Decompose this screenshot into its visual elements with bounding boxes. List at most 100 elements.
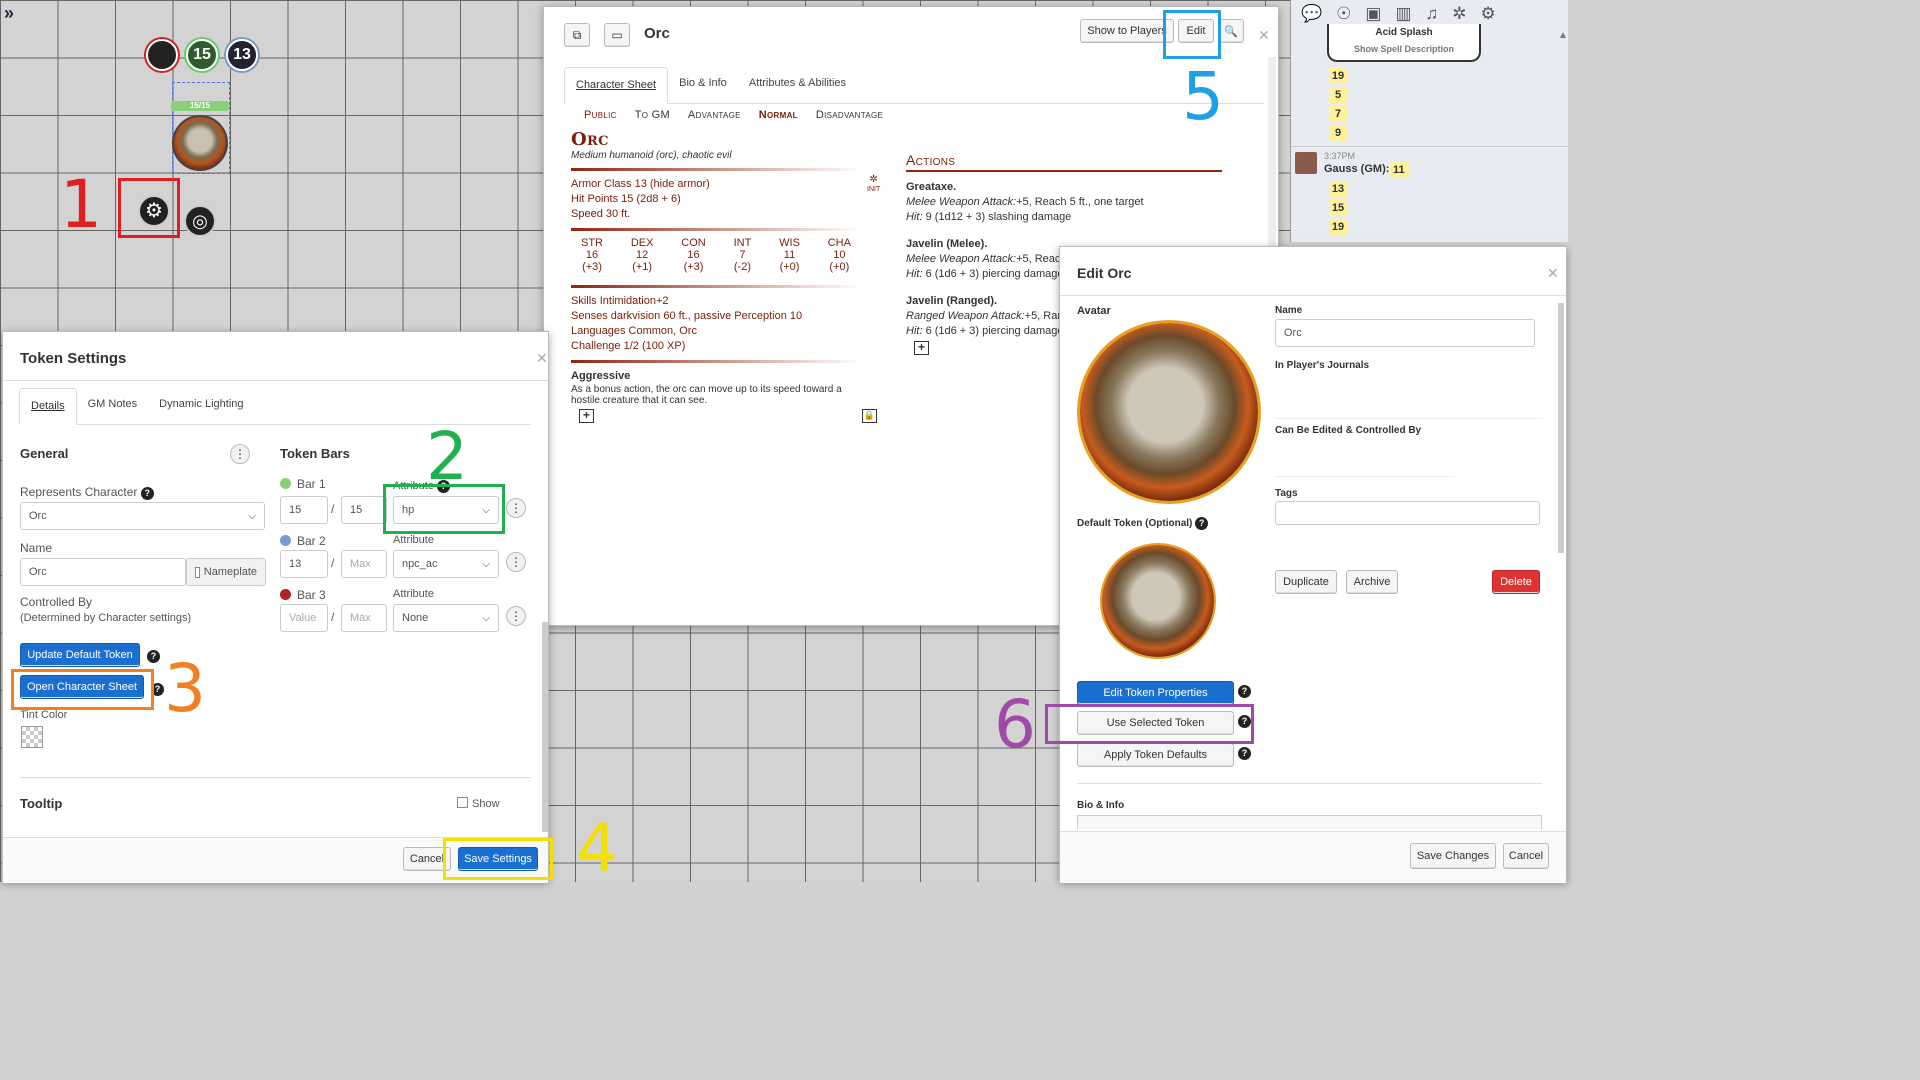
bar2-menu-icon[interactable]: ⋮ <box>506 552 526 572</box>
annotation-4: 4 <box>576 810 618 887</box>
tab-dynamic-lighting[interactable]: Dynamic Lighting <box>148 388 254 424</box>
add-trait-icon[interactable]: + <box>579 409 594 423</box>
bar3-max-input[interactable]: Max <box>341 604 387 632</box>
library-icon[interactable]: ▥ <box>1395 4 1411 24</box>
help-icon[interactable]: ? <box>147 650 160 663</box>
speed-label: Speed <box>571 208 603 220</box>
bar1-marker[interactable]: 15 <box>186 39 218 71</box>
bar1-max-input[interactable]: 15 <box>341 496 387 524</box>
help-icon[interactable]: ? <box>1195 517 1209 530</box>
ability-cha[interactable]: CHA 10 (+0) <box>828 237 851 273</box>
update-default-token-button[interactable]: Update Default Token <box>20 643 140 667</box>
bar2-max-input[interactable]: Max <box>341 550 387 578</box>
avatar <box>1295 152 1317 174</box>
tab-details[interactable]: Details <box>19 388 77 425</box>
expand-toolbar-icon[interactable]: » <box>4 4 22 22</box>
bar2-attribute-select[interactable]: npc_ac ⌵ <box>393 550 499 578</box>
ability-con[interactable]: CON 16 (+3) <box>681 237 705 273</box>
mode-advantage[interactable]: Advantage <box>688 109 741 121</box>
bio-editor-toolbar[interactable] <box>1077 815 1542 829</box>
bar3-attribute-select[interactable]: None ⌵ <box>393 604 499 632</box>
controlled-by-field[interactable] <box>1275 439 1455 477</box>
jukebox-icon[interactable]: ♫ <box>1426 4 1439 24</box>
show-to-players-button[interactable]: Show to Players <box>1080 19 1174 43</box>
compendium-icon[interactable]: ☉ <box>1336 4 1351 24</box>
tint-color-swatch[interactable] <box>21 726 43 748</box>
token-settings-scrollbar[interactable] <box>542 622 548 832</box>
tab-character-sheet[interactable]: Character Sheet <box>564 67 669 104</box>
bar3-value-input[interactable]: Value <box>280 604 328 632</box>
nameplate-toggle[interactable]: Nameplate <box>186 558 266 586</box>
bar1-value-input[interactable]: 15 <box>280 496 328 524</box>
help-icon[interactable]: ? <box>140 487 154 500</box>
archive-button[interactable]: Archive <box>1346 570 1398 594</box>
spell-description-link[interactable]: Show Spell Description <box>1329 44 1479 54</box>
ability-dex[interactable]: DEX 12 (+1) <box>631 237 654 273</box>
help-icon[interactable]: ? <box>1238 747 1251 760</box>
hp-label: Hit Points <box>571 193 619 205</box>
speed-value: 30 ft. <box>605 208 631 220</box>
trait-name[interactable]: Aggressive <box>571 369 861 384</box>
settings-gear-icon[interactable]: ⚙ <box>1481 4 1496 24</box>
spell-name: Acid Splash <box>1375 27 1433 37</box>
chevron-down-icon: ⌵ <box>482 612 490 624</box>
tags-input[interactable] <box>1275 501 1540 525</box>
save-changes-button[interactable]: Save Changes <box>1410 843 1496 869</box>
collections-icon[interactable]: ✲ <box>1452 4 1466 24</box>
search-icon[interactable]: 🔍 <box>1218 19 1244 43</box>
duplicate-button[interactable]: Duplicate <box>1275 570 1337 594</box>
mode-normal[interactable]: Normal <box>759 109 798 121</box>
journals-field[interactable] <box>1275 373 1543 419</box>
close-icon[interactable]: ✕ <box>536 350 548 367</box>
token-bars-heading: Token Bars <box>280 446 350 461</box>
mode-disadvantage[interactable]: Disadvantage <box>816 109 883 121</box>
journal-icon[interactable]: ▣ <box>1365 4 1381 24</box>
mode-to-gm[interactable]: To GM <box>635 109 670 121</box>
bar2-marker[interactable]: 13 <box>226 39 258 71</box>
help-icon[interactable]: ? <box>1238 685 1251 698</box>
represents-select[interactable]: Orc ⌵ <box>20 502 265 530</box>
hp-value[interactable]: 15 (2d8 + 6) <box>621 193 681 205</box>
ability-int[interactable]: INT 7 (-2) <box>734 237 752 273</box>
cancel-button[interactable]: Cancel <box>1503 843 1549 869</box>
delete-button[interactable]: Delete <box>1492 570 1540 594</box>
bar3-menu-icon[interactable]: ⋮ <box>506 606 526 626</box>
nameplate-checkbox <box>195 566 200 578</box>
status-marker-red[interactable] <box>146 39 178 71</box>
popout-icon[interactable]: ⧉ <box>564 23 590 47</box>
chat-speaker: Gauss (GM): <box>1324 163 1390 175</box>
close-icon[interactable]: ✕ <box>1547 265 1559 282</box>
window-icon[interactable]: ▭ <box>604 23 630 47</box>
tab-attributes-abilities[interactable]: Attributes & Abilities <box>738 67 857 103</box>
orc-token[interactable] <box>172 115 228 171</box>
ability-str[interactable]: STR 16 (+3) <box>581 237 603 273</box>
ability-wis[interactable]: WIS 11 (+0) <box>779 237 800 273</box>
default-token-image[interactable] <box>1102 545 1214 657</box>
tab-bio-info[interactable]: Bio & Info <box>668 67 738 103</box>
bar2-value-input[interactable]: 13 <box>280 550 328 578</box>
tooltip-show-toggle[interactable]: Show <box>457 797 500 810</box>
lock-icon[interactable]: 🔒 <box>862 409 877 423</box>
token-name-input[interactable]: Orc <box>20 558 186 586</box>
character-name-input[interactable]: Orc <box>1275 319 1535 347</box>
skills-value[interactable]: Intimidation+2 <box>600 295 669 307</box>
action-greataxe[interactable]: Greataxe. Melee Weapon Attack:+5, Reach 5… <box>906 180 1222 225</box>
chat-icon[interactable]: 💬 <box>1301 4 1322 24</box>
edit-scrollbar[interactable] <box>1558 303 1564 553</box>
close-icon[interactable]: ✕ <box>1258 27 1270 44</box>
chat-scrollbar[interactable]: ▲ <box>1558 30 1568 230</box>
mode-public[interactable]: Public <box>584 109 617 121</box>
edit-title: Edit Orc <box>1077 265 1132 281</box>
avatar[interactable] <box>1080 323 1258 501</box>
initiative-icon[interactable]: ✲ INIT <box>867 175 880 194</box>
trait-text: As a bonus action, the orc can move up t… <box>571 384 842 406</box>
general-heading: General <box>20 446 69 461</box>
apply-token-defaults-button[interactable]: Apply Token Defaults <box>1077 743 1234 767</box>
edit-token-properties-button[interactable]: Edit Token Properties <box>1077 681 1234 705</box>
token-target-icon[interactable]: ◎ <box>184 205 216 237</box>
tab-gm-notes[interactable]: GM Notes <box>77 388 149 424</box>
bar1-menu-icon[interactable]: ⋮ <box>506 498 526 518</box>
add-action-icon[interactable]: + <box>914 341 929 355</box>
general-menu-icon[interactable]: ⋮ <box>230 444 250 464</box>
ac-value[interactable]: 13 (hide armor) <box>635 178 710 190</box>
